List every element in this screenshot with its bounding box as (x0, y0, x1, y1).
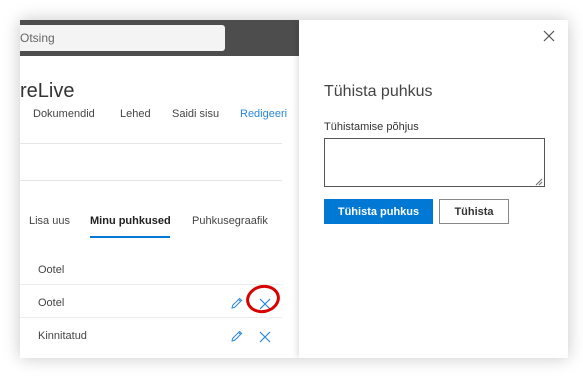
tab-lisa-uus[interactable]: Lisa uus (29, 215, 70, 227)
cancel-button[interactable]: Tühista (439, 199, 509, 224)
nav-link-dokumendid[interactable]: Dokumendid (33, 108, 95, 120)
cancel-leave-button[interactable]: Tühista puhkus (324, 199, 433, 224)
row-divider (20, 317, 282, 318)
cancel-reason-field[interactable] (324, 138, 545, 187)
search-box[interactable]: Otsing (20, 25, 225, 51)
divider (20, 180, 282, 181)
edit-pencil-icon[interactable] (230, 296, 244, 310)
resize-grip-icon[interactable] (534, 177, 543, 186)
suite-bar: Otsing (20, 20, 300, 56)
tab-minu-puhkused[interactable]: Minu puhkused (90, 215, 171, 227)
row-divider (20, 284, 282, 285)
red-highlight-circle (243, 281, 283, 317)
edit-pencil-icon[interactable] (230, 329, 244, 343)
nav-link-lehed[interactable]: Lehed (120, 108, 151, 120)
close-icon[interactable] (542, 29, 556, 43)
panel-title: Tühista puhkus (324, 83, 433, 100)
row-status: Kinnitatud (38, 330, 87, 342)
active-tab-indicator (90, 236, 170, 238)
background-page: Otsing reLive Dokumendid Lehed Saidi sis… (20, 20, 300, 358)
cancel-reason-label: Tühistamise põhjus (324, 121, 419, 133)
nav-link-saidi-sisu[interactable]: Saidi sisu (172, 108, 219, 120)
search-placeholder: Otsing (20, 31, 55, 45)
site-title: reLive (20, 80, 75, 102)
row-status: Ootel (38, 264, 65, 276)
screenshot-frame: Otsing reLive Dokumendid Lehed Saidi sis… (20, 20, 568, 358)
nav-link-edit[interactable]: Redigeeri (240, 108, 287, 120)
cancel-leave-panel: Tühista puhkus Tühistamise põhjus Tühist… (299, 20, 568, 358)
row-status: Ootel (38, 297, 65, 309)
delete-x-icon[interactable] (258, 330, 272, 344)
tab-puhkusegraafik[interactable]: Puhkusegraafik (192, 215, 268, 227)
divider (20, 143, 282, 144)
